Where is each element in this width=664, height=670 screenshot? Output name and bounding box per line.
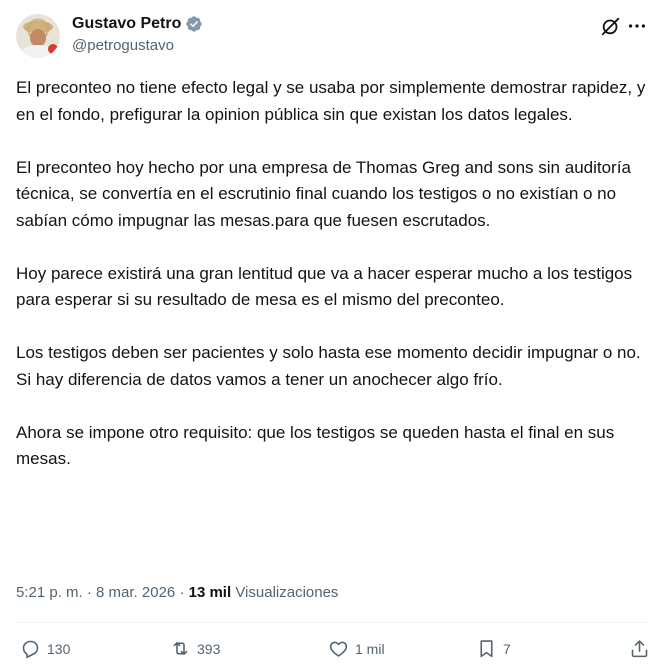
- tweet-time[interactable]: 5:21 p. m.: [16, 584, 83, 601]
- share-button[interactable]: [629, 638, 650, 659]
- more-icon[interactable]: [626, 15, 648, 37]
- repost-button[interactable]: 393: [170, 638, 220, 659]
- tweet-date[interactable]: 8 mar. 2026: [96, 584, 175, 601]
- bookmark-button[interactable]: 7: [476, 638, 511, 659]
- views-label[interactable]: Visualizaciones: [235, 584, 338, 601]
- author-info: Gustavo Petro @petrogustavo: [72, 14, 203, 56]
- meta-separator: ·: [179, 584, 185, 601]
- handle[interactable]: @petrogustavo: [72, 36, 203, 56]
- repost-icon: [173, 642, 188, 655]
- reply-button[interactable]: 130: [20, 638, 70, 659]
- like-icon: [329, 641, 348, 657]
- tweet-text: El preconteo no tiene efecto legal y se …: [16, 78, 646, 468]
- reply-count: 130: [47, 640, 71, 657]
- grok-icon[interactable]: [600, 15, 622, 37]
- bookmark-icon: [480, 640, 493, 658]
- display-name[interactable]: Gustavo Petro: [72, 14, 181, 34]
- bookmark-count: 7: [503, 640, 511, 657]
- tweet-meta: 5:21 p. m. · 8 mar. 2026 · 13 mil Visual…: [16, 583, 648, 603]
- reply-icon: [22, 640, 39, 659]
- share-icon: [631, 640, 648, 658]
- like-button[interactable]: 1 mil: [328, 638, 385, 659]
- action-bar: 130 393 1 mil 7: [20, 638, 650, 662]
- like-count: 1 mil: [355, 640, 385, 657]
- divider: [16, 622, 648, 623]
- avatar[interactable]: [16, 14, 60, 58]
- meta-separator: ·: [86, 584, 92, 601]
- verified-badge-icon[interactable]: [185, 15, 203, 33]
- repost-count: 393: [197, 640, 221, 657]
- tweet-header: Gustavo Petro @petrogustavo: [16, 12, 648, 64]
- views-count[interactable]: 13 mil: [189, 584, 232, 601]
